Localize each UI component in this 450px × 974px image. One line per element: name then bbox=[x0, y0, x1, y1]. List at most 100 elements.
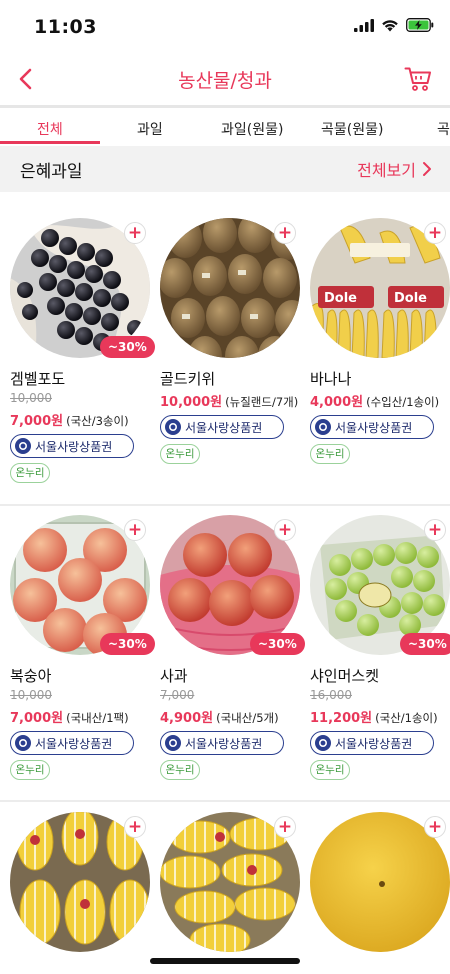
voucher-logo-icon bbox=[315, 735, 331, 751]
status-icons bbox=[354, 18, 434, 32]
row-divider bbox=[0, 504, 450, 506]
product-card[interactable]: Dole Dole + 바나나 4,000원 (수입산/1송이) 서울사랑상품권 … bbox=[300, 218, 450, 498]
add-to-cart-button[interactable]: + bbox=[124, 816, 146, 838]
price-line: 11,200원 (국산/1송이) bbox=[310, 707, 438, 726]
nav-header: 농산물/청과 bbox=[0, 52, 450, 106]
original-price: 10,000 bbox=[10, 391, 52, 405]
seoul-voucher-badge: 서울사랑상품권 bbox=[10, 731, 134, 755]
product-name: 겜벨포도 bbox=[10, 370, 66, 388]
cart-button[interactable] bbox=[404, 66, 432, 92]
product-name: 복숭아 bbox=[10, 667, 52, 685]
voucher-label: 서울사랑상품권 bbox=[335, 420, 413, 435]
product-card[interactable]: + ~30% 사과 7,000 4,900원 (국내산/5개) 서울사랑상품권 온… bbox=[150, 515, 305, 795]
tab-grain-raw[interactable]: 곡물(원물) bbox=[321, 119, 383, 139]
product-card[interactable]: + bbox=[0, 812, 150, 952]
voucher-label: 서울사랑상품권 bbox=[185, 420, 263, 435]
view-all-label: 전체보기 bbox=[357, 161, 416, 180]
product-card[interactable]: + bbox=[300, 812, 450, 952]
add-to-cart-button[interactable]: + bbox=[124, 519, 146, 541]
product-name: 바나나 bbox=[310, 370, 352, 388]
voucher-logo-icon bbox=[315, 419, 331, 435]
tab-fruit-raw[interactable]: 과일(원물) bbox=[221, 119, 283, 139]
price-line: 10,000원 (뉴질랜드/7개) bbox=[160, 391, 298, 410]
page-title: 농산물/청과 bbox=[178, 70, 272, 92]
seoul-voucher-badge: 서울사랑상품권 bbox=[160, 731, 284, 755]
view-all-link[interactable]: 전체보기 bbox=[357, 157, 432, 181]
wifi-icon bbox=[382, 19, 398, 31]
price-line: 4,000원 (수입산/1송이) bbox=[310, 391, 439, 410]
add-to-cart-button[interactable]: + bbox=[424, 519, 446, 541]
voucher-label: 서울사랑상품권 bbox=[35, 439, 113, 454]
active-tab-indicator bbox=[0, 141, 100, 144]
svg-text:Dole: Dole bbox=[394, 291, 427, 306]
product-card[interactable]: + ~30% 샤인머스켓 16,000 11,200원 (국산/1송이) 서울사랑… bbox=[300, 515, 450, 795]
onnuri-badge: 온누리 bbox=[310, 760, 350, 780]
seoul-voucher-badge: 서울사랑상품권 bbox=[160, 415, 284, 439]
voucher-label: 서울사랑상품권 bbox=[185, 736, 263, 751]
row-divider bbox=[0, 800, 450, 802]
product-name: 샤인머스켓 bbox=[310, 667, 380, 685]
sale-price: 11,200원 bbox=[310, 711, 373, 726]
sale-price: 4,000원 bbox=[310, 395, 364, 410]
store-name: 은혜과일 bbox=[20, 162, 83, 182]
product-name: 사과 bbox=[160, 667, 188, 685]
discount-badge: ~30% bbox=[100, 336, 155, 358]
product-card[interactable]: + ~30% 복숭아 10,000 7,000원 (국내산/1팩) 서울사랑상품권… bbox=[0, 515, 155, 795]
product-card[interactable]: + ~30% 겜벨포도 10,000 7,000원 (국산/3송이) 서울사랑상품… bbox=[0, 218, 155, 498]
onnuri-badge: 온누리 bbox=[160, 760, 200, 780]
price-line: 7,000원 (국내산/1팩) bbox=[10, 707, 129, 726]
voucher-logo-icon bbox=[165, 419, 181, 435]
discount-badge: ~30% bbox=[250, 633, 305, 655]
onnuri-badge: 온누리 bbox=[160, 444, 200, 464]
product-card[interactable]: + bbox=[150, 812, 300, 952]
product-unit: (수입산/1송이) bbox=[366, 395, 440, 409]
sale-price: 7,000원 bbox=[10, 414, 64, 429]
original-price: 10,000 bbox=[10, 688, 52, 702]
add-to-cart-button[interactable]: + bbox=[124, 222, 146, 244]
add-to-cart-button[interactable]: + bbox=[274, 519, 296, 541]
svg-text:Dole: Dole bbox=[324, 291, 357, 306]
add-to-cart-button[interactable]: + bbox=[424, 816, 446, 838]
voucher-label: 서울사랑상품권 bbox=[335, 736, 413, 751]
status-time: 11:03 bbox=[34, 16, 97, 38]
add-to-cart-button[interactable]: + bbox=[274, 816, 296, 838]
product-unit: (뉴질랜드/7개) bbox=[225, 395, 299, 409]
voucher-label: 서울사랑상품권 bbox=[35, 736, 113, 751]
onnuri-badge: 온누리 bbox=[310, 444, 350, 464]
product-unit: (국산/1송이) bbox=[375, 711, 438, 725]
discount-badge: ~30% bbox=[400, 633, 450, 655]
seoul-voucher-badge: 서울사랑상품권 bbox=[310, 415, 434, 439]
price-line: 4,900원 (국내산/5개) bbox=[160, 707, 279, 726]
sale-price: 7,000원 bbox=[10, 711, 64, 726]
original-price: 7,000 bbox=[160, 688, 195, 702]
voucher-logo-icon bbox=[165, 735, 181, 751]
onnuri-badge: 온누리 bbox=[10, 463, 50, 483]
product-name: 골드키위 bbox=[160, 370, 216, 388]
chevron-right-icon bbox=[423, 162, 431, 176]
product-unit: (국내산/1팩) bbox=[66, 711, 129, 725]
tab-grain-partial[interactable]: 곡 bbox=[437, 119, 450, 139]
seoul-voucher-badge: 서울사랑상품권 bbox=[310, 731, 434, 755]
product-unit: (국산/3송이) bbox=[66, 414, 129, 428]
discount-badge: ~30% bbox=[100, 633, 155, 655]
onnuri-badge: 온누리 bbox=[10, 760, 50, 780]
cart-icon bbox=[404, 67, 431, 91]
tab-all[interactable]: 전체 bbox=[37, 119, 63, 139]
tab-fruit[interactable]: 과일 bbox=[137, 119, 163, 139]
price-line: 7,000원 (국산/3송이) bbox=[10, 410, 129, 429]
add-to-cart-button[interactable]: + bbox=[274, 222, 296, 244]
voucher-logo-icon bbox=[15, 735, 31, 751]
signal-icon bbox=[354, 18, 374, 32]
original-price: 16,000 bbox=[310, 688, 352, 702]
product-unit: (국내산/5개) bbox=[216, 711, 279, 725]
voucher-logo-icon bbox=[15, 438, 31, 454]
product-card[interactable]: + 골드키위 10,000원 (뉴질랜드/7개) 서울사랑상품권 온누리 bbox=[150, 218, 300, 498]
seoul-voucher-badge: 서울사랑상품권 bbox=[10, 434, 134, 458]
battery-charging-icon bbox=[406, 18, 434, 32]
home-indicator bbox=[150, 958, 300, 964]
sale-price: 4,900원 bbox=[160, 711, 214, 726]
sale-price: 10,000원 bbox=[160, 395, 223, 410]
status-bar: 11:03 bbox=[0, 0, 450, 50]
add-to-cart-button[interactable]: + bbox=[424, 222, 446, 244]
section-header: 은혜과일 전체보기 bbox=[0, 146, 450, 192]
